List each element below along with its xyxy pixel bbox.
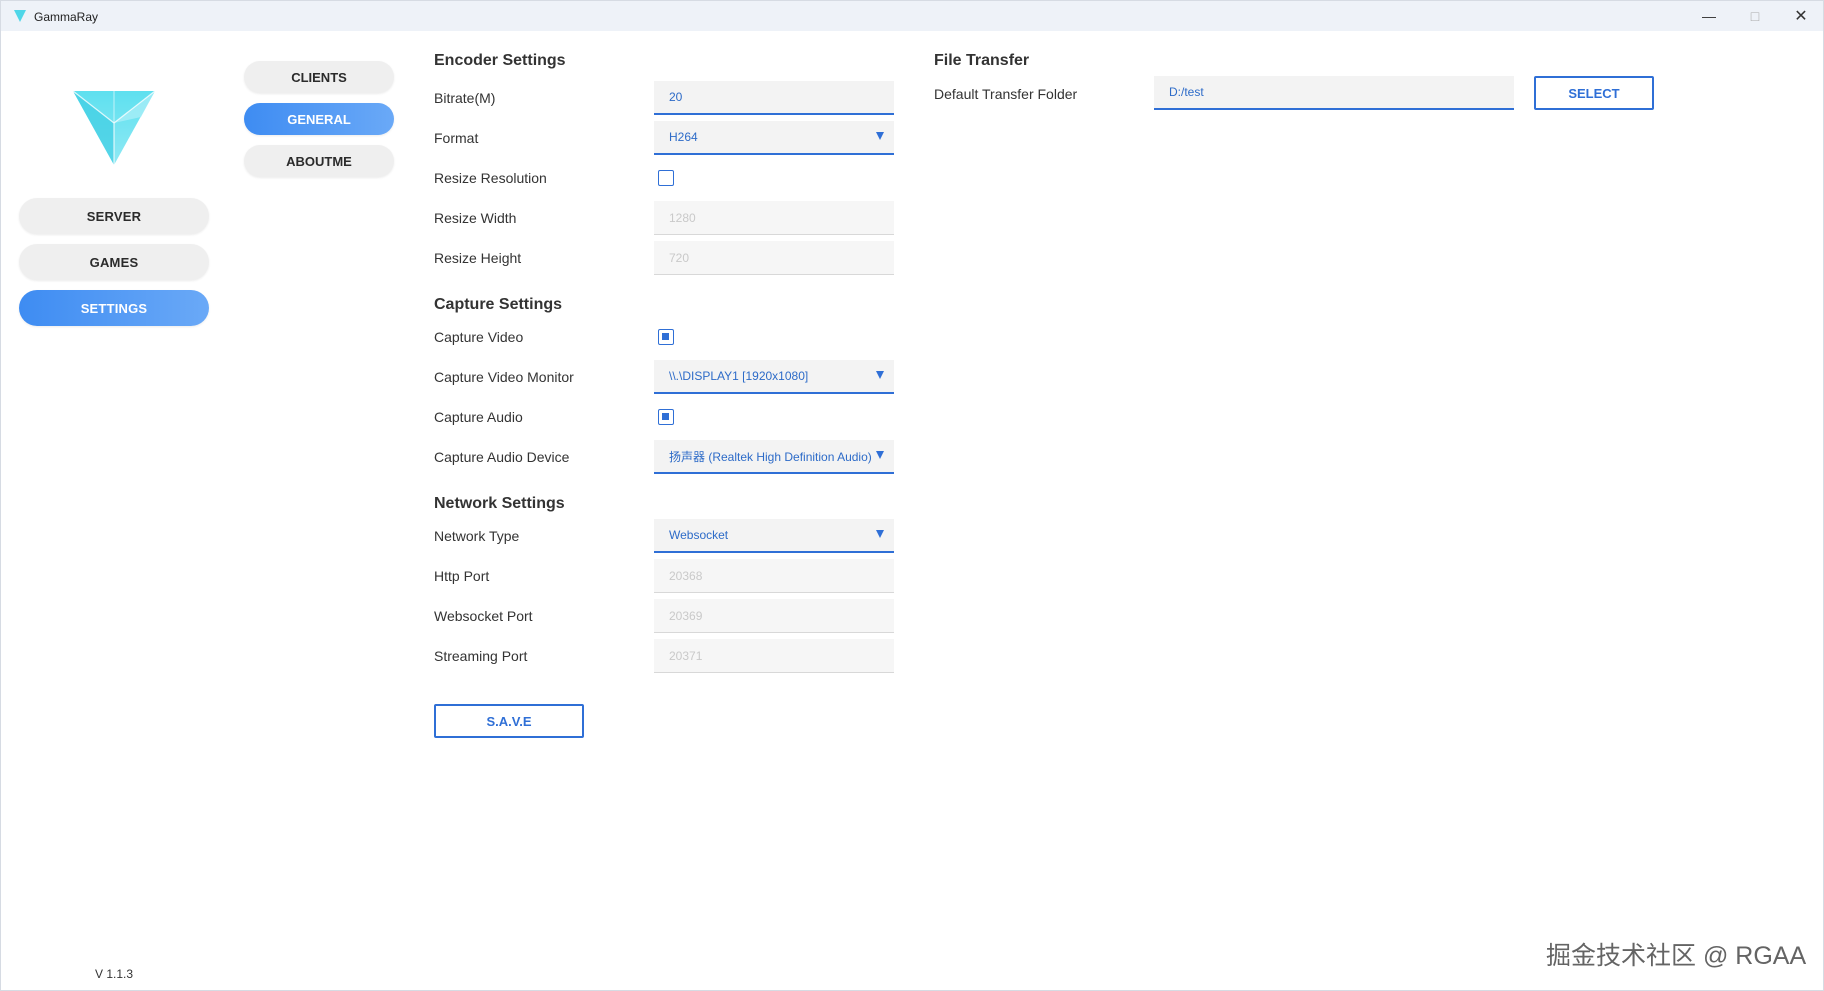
resize-resolution-label: Resize Resolution: [434, 170, 547, 186]
chevron-down-icon: [876, 451, 884, 459]
encoder-settings-heading: Encoder Settings: [434, 52, 566, 69]
minimize-icon[interactable]: —: [1686, 1, 1732, 31]
capture-video-monitor-value: \\.\DISPLAY1 [1920x1080]: [669, 369, 809, 383]
network-type-value: Websocket: [669, 528, 729, 542]
default-transfer-folder-value: D:/test: [1169, 85, 1204, 99]
capture-audio-checkbox[interactable]: [658, 409, 674, 425]
streaming-port-value: 20371: [669, 648, 703, 663]
bitrate-label: Bitrate(M): [434, 90, 496, 106]
sidebar-item-games[interactable]: GAMES: [19, 244, 209, 280]
default-transfer-folder-label: Default Transfer Folder: [934, 86, 1078, 102]
bitrate-input[interactable]: 20: [654, 81, 894, 115]
save-button[interactable]: S.A.V.E: [434, 704, 584, 738]
capture-audio-device-select[interactable]: 扬声器 (Realtek High Definition Audio): [654, 440, 894, 474]
maximize-icon[interactable]: □: [1732, 1, 1778, 31]
resize-width-label: Resize Width: [434, 210, 517, 226]
capture-audio-device-value: 扬声器 (Realtek High Definition Audio): [669, 449, 872, 464]
capture-video-monitor-label: Capture Video Monitor: [434, 369, 574, 385]
streaming-port-label: Streaming Port: [434, 648, 528, 664]
capture-video-checkbox[interactable]: [658, 329, 674, 345]
tab-clients[interactable]: CLIENTS: [244, 61, 394, 93]
resize-resolution-checkbox[interactable]: [658, 170, 674, 186]
format-select[interactable]: H264: [654, 121, 894, 155]
capture-video-monitor-select[interactable]: \\.\DISPLAY1 [1920x1080]: [654, 360, 894, 394]
chevron-down-icon: [876, 530, 884, 538]
tab-aboutme[interactable]: ABOUTME: [244, 145, 394, 177]
capture-settings-heading: Capture Settings: [434, 296, 563, 313]
network-type-select[interactable]: Websocket: [654, 519, 894, 553]
http-port-label: Http Port: [434, 568, 490, 584]
websocket-port-label: Websocket Port: [434, 608, 533, 624]
gammaray-logo: [72, 90, 156, 165]
chevron-down-icon: [876, 132, 884, 140]
resize-height-label: Resize Height: [434, 250, 522, 266]
streaming-port-input: 20371: [654, 639, 894, 673]
http-port-input: 20368: [654, 559, 894, 593]
websocket-port-value: 20369: [669, 608, 703, 623]
default-transfer-folder-input[interactable]: D:/test: [1154, 76, 1514, 110]
version-label: V 1.1.3: [95, 967, 134, 981]
resize-width-input: 1280: [654, 201, 894, 235]
websocket-port-input: 20369: [654, 599, 894, 633]
select-folder-button[interactable]: SELECT: [1534, 76, 1654, 110]
resize-height-value: 720: [669, 250, 690, 265]
format-value: H264: [669, 130, 698, 144]
file-transfer-heading: File Transfer: [934, 52, 1030, 69]
watermark-text: 掘金技术社区 @ RGAA: [1546, 942, 1807, 970]
capture-audio-device-label: Capture Audio Device: [434, 449, 570, 465]
title-bar: GammaRay — □ ✕: [1, 1, 1823, 31]
http-port-value: 20368: [669, 568, 703, 583]
gammaray-app-icon: [14, 10, 26, 22]
capture-audio-label: Capture Audio: [434, 409, 523, 425]
resize-width-value: 1280: [669, 210, 696, 225]
chevron-down-icon: [876, 371, 884, 379]
bitrate-value: 20: [669, 90, 683, 104]
window-title: GammaRay: [34, 10, 99, 24]
app-window: GammaRay — □ ✕ SERVER GAMES SETTINGS V 1…: [0, 0, 1824, 991]
sidebar-item-settings[interactable]: SETTINGS: [19, 290, 209, 326]
capture-video-label: Capture Video: [434, 329, 524, 345]
resize-height-input: 720: [654, 241, 894, 275]
sidebar-item-server[interactable]: SERVER: [19, 198, 209, 234]
network-settings-heading: Network Settings: [434, 495, 565, 512]
close-icon[interactable]: ✕: [1778, 1, 1824, 31]
tab-general[interactable]: GENERAL: [244, 103, 394, 135]
network-type-label: Network Type: [434, 528, 520, 544]
format-label: Format: [434, 130, 479, 146]
